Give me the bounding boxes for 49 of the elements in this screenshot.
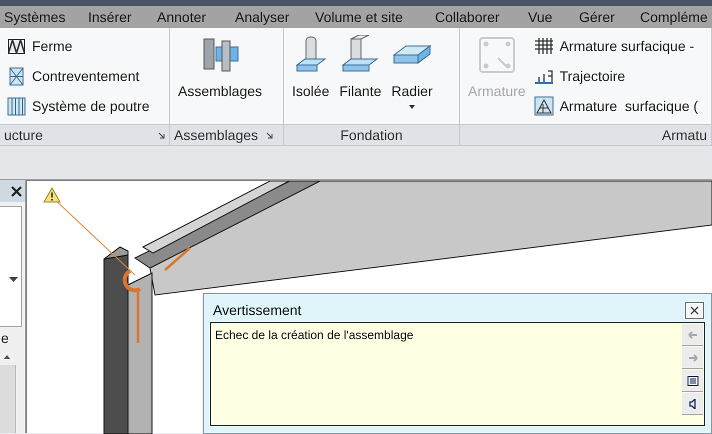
ribbon-button[interactable]: Système de poutre xyxy=(6,95,150,117)
panel-title: Armatu xyxy=(662,126,707,144)
ribbon-button[interactable]: Contreventement xyxy=(6,65,150,87)
ribbon-button[interactable]: Assemblages xyxy=(176,28,264,102)
dialog-launcher-icon[interactable] xyxy=(158,132,165,138)
list-icon xyxy=(686,376,698,386)
ribbon-button[interactable]: Trajectoire xyxy=(534,65,698,87)
panel-title: Assemblages xyxy=(174,126,258,145)
property-text: e xyxy=(1,331,10,346)
ribbon-tab[interactable]: Analyser xyxy=(235,7,290,27)
panel-title: Fondation xyxy=(340,126,403,144)
dialog-launcher-icon[interactable] xyxy=(266,132,274,138)
ribbon-tab[interactable]: Insérer xyxy=(88,7,132,27)
caret-icon xyxy=(409,105,416,109)
dialog-side-button[interactable] xyxy=(682,370,703,392)
ribbon-button[interactable]: Filante xyxy=(337,28,384,102)
speaker-icon xyxy=(686,398,698,408)
ribbon-button[interactable]: Armature surfacique ( xyxy=(534,95,698,117)
grid-icon xyxy=(534,38,553,54)
ribbon-tab[interactable]: Annoter xyxy=(157,7,206,27)
left-arrow-icon xyxy=(686,330,698,340)
ribbon-tab[interactable]: Gérer xyxy=(579,7,615,27)
scrollbar[interactable] xyxy=(0,365,16,433)
close-icon xyxy=(690,306,699,314)
ribbon-tab[interactable]: Vue xyxy=(528,7,552,27)
warning-icon[interactable] xyxy=(43,187,61,203)
right-arrow-icon xyxy=(686,352,698,362)
beam-system-icon xyxy=(6,96,26,116)
ribbon-tab[interactable]: Systèmes xyxy=(4,7,66,27)
dialog-side-button[interactable] xyxy=(682,393,703,415)
scroll-up-icon[interactable] xyxy=(3,355,11,360)
slab-icon xyxy=(392,43,432,67)
ribbon-button[interactable]: Ferme xyxy=(6,35,150,57)
ribbon-button[interactable]: Armature surfacique - xyxy=(534,35,698,57)
warning-message: Echec de la création de l'assemblage xyxy=(214,327,414,344)
ribbon-tab[interactable]: Collaborer xyxy=(435,7,500,27)
rebar-icon xyxy=(478,36,516,74)
ribbon-button[interactable]: Isolée xyxy=(290,28,332,102)
close-button[interactable] xyxy=(685,302,704,318)
area-rebar-icon xyxy=(534,96,554,116)
panel-title: ucture xyxy=(4,126,43,144)
close-icon[interactable] xyxy=(11,186,22,196)
dialog-title: Avertissement xyxy=(212,300,302,320)
ribbon-tab[interactable]: Volume et site xyxy=(315,7,403,27)
truss-icon xyxy=(8,38,24,54)
ribbon-tab[interactable]: Compléme xyxy=(640,7,708,27)
ribbon-button[interactable]: Radier xyxy=(389,28,435,109)
bracing-icon xyxy=(8,66,24,86)
caret-icon[interactable] xyxy=(9,277,18,282)
